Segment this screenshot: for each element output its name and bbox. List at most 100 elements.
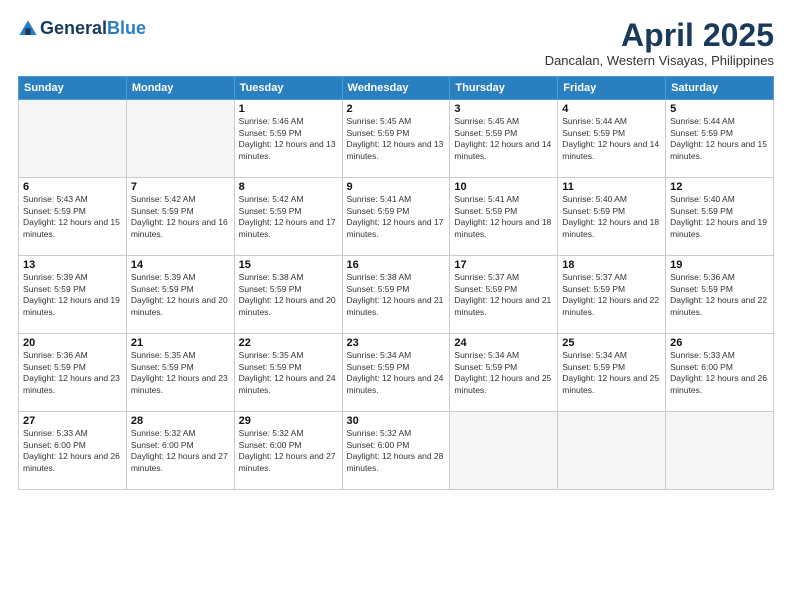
day-number: 15 (239, 259, 338, 271)
location: Dancalan, Western Visayas, Philippines (545, 53, 774, 68)
day-number: 18 (562, 259, 661, 271)
day-number: 8 (239, 181, 338, 193)
day-number: 16 (347, 259, 446, 271)
day-info: Sunrise: 5:41 AMSunset: 5:59 PMDaylight:… (347, 194, 446, 240)
col-header-friday: Friday (558, 77, 666, 100)
day-info: Sunrise: 5:46 AMSunset: 5:59 PMDaylight:… (239, 116, 338, 162)
day-info: Sunrise: 5:36 AMSunset: 5:59 PMDaylight:… (670, 272, 769, 318)
day-info: Sunrise: 5:32 AMSunset: 6:00 PMDaylight:… (347, 428, 446, 474)
day-info: Sunrise: 5:32 AMSunset: 6:00 PMDaylight:… (131, 428, 230, 474)
calendar-header-row: SundayMondayTuesdayWednesdayThursdayFrid… (19, 77, 774, 100)
day-number: 24 (454, 337, 553, 349)
week-row-3: 13Sunrise: 5:39 AMSunset: 5:59 PMDayligh… (19, 256, 774, 334)
calendar-cell: 28Sunrise: 5:32 AMSunset: 6:00 PMDayligh… (126, 412, 234, 490)
day-number: 14 (131, 259, 230, 271)
logo-general-text: General (40, 18, 107, 39)
col-header-tuesday: Tuesday (234, 77, 342, 100)
calendar-cell: 12Sunrise: 5:40 AMSunset: 5:59 PMDayligh… (666, 178, 774, 256)
day-info: Sunrise: 5:35 AMSunset: 5:59 PMDaylight:… (239, 350, 338, 396)
calendar-cell: 11Sunrise: 5:40 AMSunset: 5:59 PMDayligh… (558, 178, 666, 256)
day-info: Sunrise: 5:42 AMSunset: 5:59 PMDaylight:… (239, 194, 338, 240)
col-header-thursday: Thursday (450, 77, 558, 100)
day-info: Sunrise: 5:37 AMSunset: 5:59 PMDaylight:… (562, 272, 661, 318)
header: GeneralBlue April 2025 Dancalan, Western… (18, 18, 774, 68)
day-info: Sunrise: 5:34 AMSunset: 5:59 PMDaylight:… (347, 350, 446, 396)
day-info: Sunrise: 5:37 AMSunset: 5:59 PMDaylight:… (454, 272, 553, 318)
day-info: Sunrise: 5:44 AMSunset: 5:59 PMDaylight:… (562, 116, 661, 162)
day-info: Sunrise: 5:44 AMSunset: 5:59 PMDaylight:… (670, 116, 769, 162)
week-row-2: 6Sunrise: 5:43 AMSunset: 5:59 PMDaylight… (19, 178, 774, 256)
calendar-cell: 8Sunrise: 5:42 AMSunset: 5:59 PMDaylight… (234, 178, 342, 256)
day-number: 26 (670, 337, 769, 349)
logo: GeneralBlue (18, 18, 146, 39)
calendar-table: SundayMondayTuesdayWednesdayThursdayFrid… (18, 76, 774, 490)
day-number: 23 (347, 337, 446, 349)
calendar-cell: 26Sunrise: 5:33 AMSunset: 6:00 PMDayligh… (666, 334, 774, 412)
day-info: Sunrise: 5:33 AMSunset: 6:00 PMDaylight:… (23, 428, 122, 474)
day-number: 28 (131, 415, 230, 427)
day-info: Sunrise: 5:34 AMSunset: 5:59 PMDaylight:… (454, 350, 553, 396)
calendar-cell (558, 412, 666, 490)
day-info: Sunrise: 5:38 AMSunset: 5:59 PMDaylight:… (239, 272, 338, 318)
calendar-cell: 10Sunrise: 5:41 AMSunset: 5:59 PMDayligh… (450, 178, 558, 256)
col-header-saturday: Saturday (666, 77, 774, 100)
day-number: 1 (239, 103, 338, 115)
logo-blue-text: Blue (107, 18, 146, 39)
day-info: Sunrise: 5:41 AMSunset: 5:59 PMDaylight:… (454, 194, 553, 240)
calendar-cell (450, 412, 558, 490)
calendar-cell: 7Sunrise: 5:42 AMSunset: 5:59 PMDaylight… (126, 178, 234, 256)
day-number: 21 (131, 337, 230, 349)
day-number: 19 (670, 259, 769, 271)
week-row-4: 20Sunrise: 5:36 AMSunset: 5:59 PMDayligh… (19, 334, 774, 412)
calendar-cell: 6Sunrise: 5:43 AMSunset: 5:59 PMDaylight… (19, 178, 127, 256)
week-row-1: 1Sunrise: 5:46 AMSunset: 5:59 PMDaylight… (19, 100, 774, 178)
day-number: 22 (239, 337, 338, 349)
calendar-cell: 29Sunrise: 5:32 AMSunset: 6:00 PMDayligh… (234, 412, 342, 490)
day-number: 4 (562, 103, 661, 115)
calendar-cell: 22Sunrise: 5:35 AMSunset: 5:59 PMDayligh… (234, 334, 342, 412)
col-header-monday: Monday (126, 77, 234, 100)
day-info: Sunrise: 5:45 AMSunset: 5:59 PMDaylight:… (454, 116, 553, 162)
day-number: 7 (131, 181, 230, 193)
calendar-cell: 4Sunrise: 5:44 AMSunset: 5:59 PMDaylight… (558, 100, 666, 178)
calendar-cell: 16Sunrise: 5:38 AMSunset: 5:59 PMDayligh… (342, 256, 450, 334)
month-title: April 2025 (545, 18, 774, 53)
day-number: 29 (239, 415, 338, 427)
calendar-cell (666, 412, 774, 490)
calendar-cell: 23Sunrise: 5:34 AMSunset: 5:59 PMDayligh… (342, 334, 450, 412)
day-number: 10 (454, 181, 553, 193)
day-number: 30 (347, 415, 446, 427)
calendar-cell: 25Sunrise: 5:34 AMSunset: 5:59 PMDayligh… (558, 334, 666, 412)
page: GeneralBlue April 2025 Dancalan, Western… (0, 0, 792, 612)
day-info: Sunrise: 5:39 AMSunset: 5:59 PMDaylight:… (23, 272, 122, 318)
day-number: 3 (454, 103, 553, 115)
day-number: 12 (670, 181, 769, 193)
calendar-cell: 5Sunrise: 5:44 AMSunset: 5:59 PMDaylight… (666, 100, 774, 178)
generalblue-icon (18, 19, 38, 39)
calendar-cell: 15Sunrise: 5:38 AMSunset: 5:59 PMDayligh… (234, 256, 342, 334)
calendar-cell: 20Sunrise: 5:36 AMSunset: 5:59 PMDayligh… (19, 334, 127, 412)
day-info: Sunrise: 5:36 AMSunset: 5:59 PMDaylight:… (23, 350, 122, 396)
calendar-cell (126, 100, 234, 178)
calendar-cell: 24Sunrise: 5:34 AMSunset: 5:59 PMDayligh… (450, 334, 558, 412)
calendar-cell: 9Sunrise: 5:41 AMSunset: 5:59 PMDaylight… (342, 178, 450, 256)
day-info: Sunrise: 5:32 AMSunset: 6:00 PMDaylight:… (239, 428, 338, 474)
day-info: Sunrise: 5:40 AMSunset: 5:59 PMDaylight:… (670, 194, 769, 240)
calendar-cell: 1Sunrise: 5:46 AMSunset: 5:59 PMDaylight… (234, 100, 342, 178)
week-row-5: 27Sunrise: 5:33 AMSunset: 6:00 PMDayligh… (19, 412, 774, 490)
day-info: Sunrise: 5:45 AMSunset: 5:59 PMDaylight:… (347, 116, 446, 162)
day-number: 20 (23, 337, 122, 349)
calendar-cell (19, 100, 127, 178)
calendar-cell: 3Sunrise: 5:45 AMSunset: 5:59 PMDaylight… (450, 100, 558, 178)
day-number: 17 (454, 259, 553, 271)
day-info: Sunrise: 5:34 AMSunset: 5:59 PMDaylight:… (562, 350, 661, 396)
col-header-wednesday: Wednesday (342, 77, 450, 100)
calendar-cell: 30Sunrise: 5:32 AMSunset: 6:00 PMDayligh… (342, 412, 450, 490)
day-number: 27 (23, 415, 122, 427)
day-info: Sunrise: 5:42 AMSunset: 5:59 PMDaylight:… (131, 194, 230, 240)
day-info: Sunrise: 5:39 AMSunset: 5:59 PMDaylight:… (131, 272, 230, 318)
calendar-cell: 19Sunrise: 5:36 AMSunset: 5:59 PMDayligh… (666, 256, 774, 334)
day-number: 9 (347, 181, 446, 193)
day-number: 25 (562, 337, 661, 349)
day-number: 11 (562, 181, 661, 193)
